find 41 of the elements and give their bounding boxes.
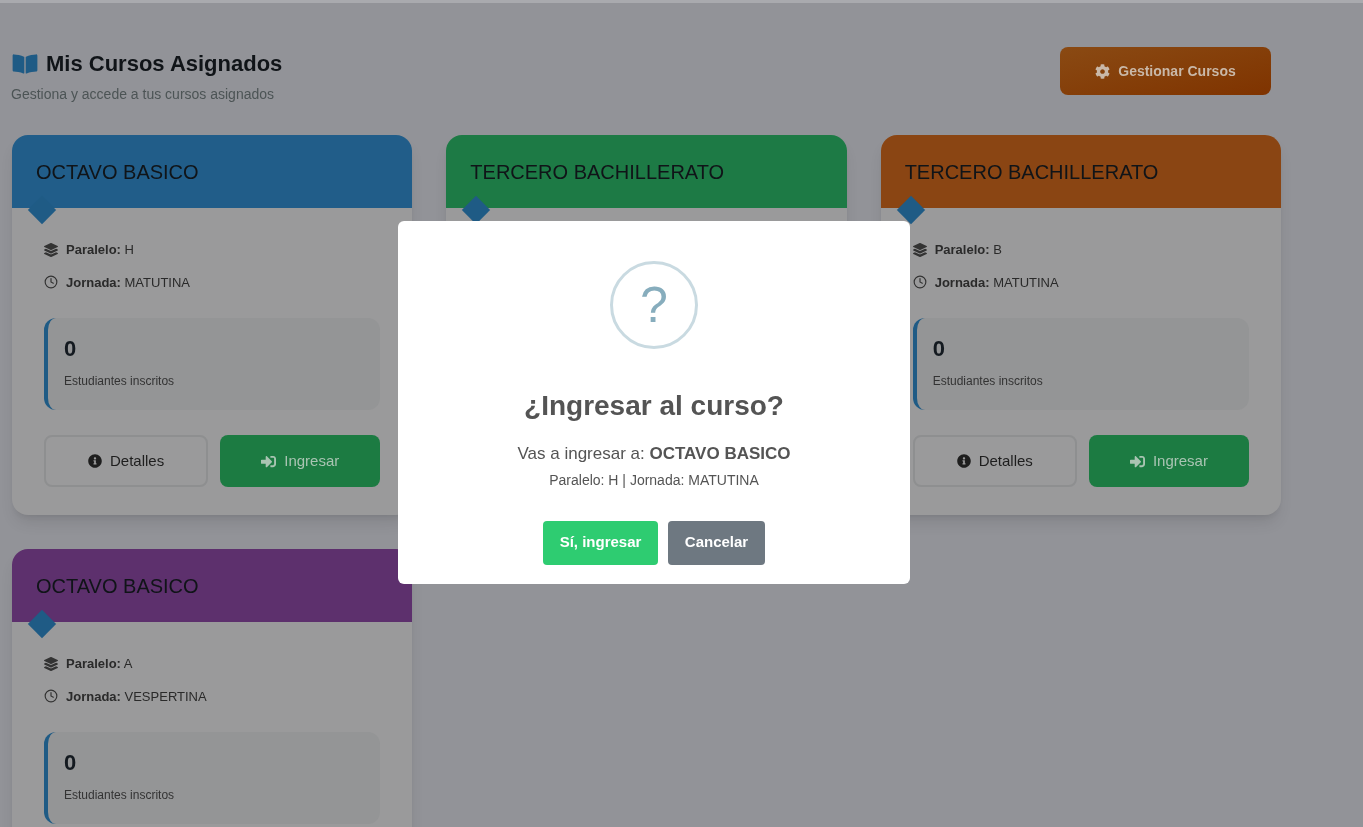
layers-icon bbox=[44, 656, 58, 671]
enter-button[interactable]: Ingresar bbox=[220, 435, 381, 487]
jornada-text: Jornada: MATUTINA bbox=[934, 273, 1059, 292]
dialog-message: Vas a ingresar a: OCTAVO BASICO bbox=[517, 443, 791, 465]
info-icon bbox=[956, 454, 971, 468]
students-count: 0 bbox=[64, 752, 78, 774]
page-subtitle: Gestiona y accede a tus cursos asignados bbox=[11, 85, 276, 104]
students-count: 0 bbox=[64, 338, 78, 360]
info-icon bbox=[88, 454, 102, 468]
details-button[interactable]: Detalles bbox=[44, 435, 209, 487]
paralelo-text: Paralelo: H bbox=[66, 241, 134, 259]
layers-icon bbox=[912, 242, 927, 257]
course-title: OCTAVO BASICO bbox=[36, 573, 199, 599]
students-label: Estudiantes inscritos bbox=[64, 787, 176, 804]
clock-icon bbox=[44, 275, 58, 290]
jornada-text: Jornada: VESPERTINA bbox=[66, 687, 207, 706]
students-label: Estudiantes inscritos bbox=[932, 373, 1044, 390]
enter-button[interactable]: Ingresar bbox=[1088, 435, 1249, 487]
manage-courses-button[interactable]: Gestionar Cursos bbox=[1060, 47, 1271, 95]
book-icon bbox=[12, 52, 38, 75]
clock-icon bbox=[912, 275, 927, 290]
sign-in-icon bbox=[261, 453, 277, 469]
paralelo-text: Paralelo: B bbox=[934, 241, 1002, 259]
students-label: Estudiantes inscritos bbox=[64, 373, 176, 390]
sign-in-icon bbox=[1129, 453, 1145, 469]
course-title: OCTAVO BASICO bbox=[36, 159, 199, 185]
course-title: TERCERO BACHILLERATO bbox=[470, 159, 725, 185]
dialog-title: ¿Ingresar al curso? bbox=[524, 389, 784, 423]
clock-icon bbox=[44, 689, 58, 704]
question-icon: ? bbox=[610, 261, 698, 349]
details-button[interactable]: Detalles bbox=[912, 435, 1077, 487]
confirm-button[interactable]: Sí, ingresar bbox=[543, 520, 658, 565]
layers-icon bbox=[44, 242, 58, 257]
paralelo-text: Paralelo: A bbox=[66, 655, 133, 673]
dialog-detail: Paralelo: H | Jornada: MATUTINA bbox=[549, 470, 759, 490]
settings-icon bbox=[1095, 63, 1111, 79]
students-count: 0 bbox=[932, 338, 946, 360]
jornada-text: Jornada: MATUTINA bbox=[66, 273, 190, 292]
page-title: Mis Cursos Asignados bbox=[46, 50, 283, 78]
course-title: TERCERO BACHILLERATO bbox=[904, 159, 1159, 185]
cancel-button[interactable]: Cancelar bbox=[668, 520, 765, 565]
